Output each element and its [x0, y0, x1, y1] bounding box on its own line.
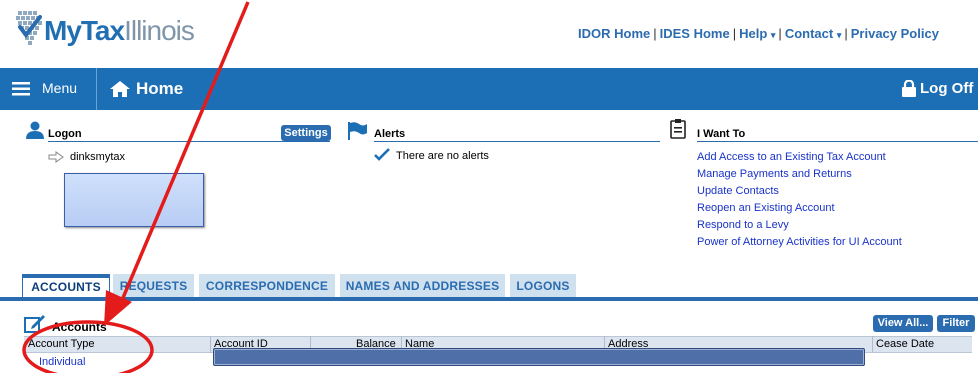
mytax-logo[interactable]: MyTaxIllinois	[14, 9, 195, 53]
filter-button[interactable]: Filter	[937, 315, 975, 332]
alerts-message: There are no alerts	[396, 150, 489, 162]
hamburger-icon	[12, 82, 30, 96]
logoff-button[interactable]: Log Off	[900, 68, 978, 110]
tab-logons[interactable]: LOGONS	[510, 274, 576, 298]
tab-names-and-addresses[interactable]: NAMES AND ADDRESSES	[340, 274, 505, 298]
home-label: Home	[136, 79, 184, 98]
tab-requests[interactable]: REQUESTS	[113, 274, 194, 298]
contact-label: Contact	[784, 26, 834, 41]
idor-home-link[interactable]: IDOR Home	[578, 26, 650, 41]
flag-icon	[348, 122, 367, 140]
ides-home-link[interactable]: IDES Home	[660, 26, 730, 41]
menu-label: Menu	[42, 80, 78, 96]
checkmark-icon	[374, 148, 390, 161]
col-cease-date[interactable]: Cease Date	[876, 338, 934, 350]
view-all-button[interactable]: View All...	[873, 315, 933, 332]
help-menu-link[interactable]: Help ▾	[739, 26, 775, 41]
update-contacts-link[interactable]: Update Contacts	[697, 185, 779, 197]
settings-button[interactable]: Settings	[281, 125, 331, 141]
logon-divider	[48, 141, 330, 142]
iwantto-title: I Want To	[697, 128, 746, 140]
clipboard-icon	[670, 119, 686, 139]
logo-illinois: Illinois	[124, 15, 195, 46]
alerts-title: Alerts	[374, 128, 406, 140]
top-links: IDOR Home | IDES Home | Help ▾ | Contact ▾ | Pri…	[578, 26, 939, 41]
column-separator	[872, 336, 873, 353]
nav-divider	[96, 68, 97, 110]
i-want-to-widget: I Want To Add Access to an Existing Tax …	[670, 119, 978, 254]
tab-underline	[0, 297, 978, 301]
home-button[interactable]: Home	[108, 68, 198, 110]
logon-widget: Logon Settings dinksmytax	[26, 121, 331, 227]
alerts-widget: Alerts There are no alerts	[348, 122, 660, 162]
link-separator: |	[844, 26, 848, 41]
accounts-title: Accounts	[52, 320, 107, 334]
tab-correspondence[interactable]: CORRESPONDENCE	[199, 274, 335, 298]
link-separator: |	[732, 26, 737, 41]
alerts-divider	[374, 141, 660, 142]
home-icon	[110, 81, 130, 97]
add-access-link[interactable]: Add Access to an Existing Tax Account	[697, 151, 886, 163]
account-type-individual-link[interactable]: Individual	[39, 356, 85, 368]
logon-username: dinksmytax	[70, 151, 126, 163]
user-icon	[26, 121, 44, 139]
help-label: Help	[739, 26, 768, 41]
logoff-label: Log Off	[920, 80, 974, 97]
link-separator: |	[653, 26, 657, 41]
poa-activities-link[interactable]: Power of Attorney Activities for UI Acco…	[697, 236, 902, 248]
edit-icon	[24, 315, 45, 333]
redaction-bar	[213, 348, 865, 366]
col-account-type[interactable]: Account Type	[28, 338, 94, 350]
tab-accounts[interactable]: ACCOUNTS	[22, 274, 110, 299]
contact-menu-link[interactable]: Contact ▾	[785, 26, 842, 41]
respond-levy-link[interactable]: Respond to a Levy	[697, 219, 789, 231]
column-separator	[210, 336, 211, 353]
logon-title: Logon	[48, 128, 82, 140]
menu-button[interactable]: Menu	[10, 68, 90, 110]
logo-tax: Tax	[80, 15, 125, 46]
lock-icon	[902, 80, 916, 97]
iwantto-divider	[697, 141, 978, 142]
main-navbar: Menu Home Log Off	[0, 68, 978, 110]
arrow-right-icon	[48, 151, 64, 163]
reopen-account-link[interactable]: Reopen an Existing Account	[697, 202, 835, 214]
illinois-map-icon	[16, 11, 42, 45]
link-separator: |	[778, 26, 782, 41]
redacted-box	[64, 173, 204, 227]
manage-payments-link[interactable]: Manage Payments and Returns	[697, 168, 852, 180]
logo-my: My	[44, 15, 82, 46]
privacy-policy-link[interactable]: Privacy Policy	[851, 26, 939, 41]
